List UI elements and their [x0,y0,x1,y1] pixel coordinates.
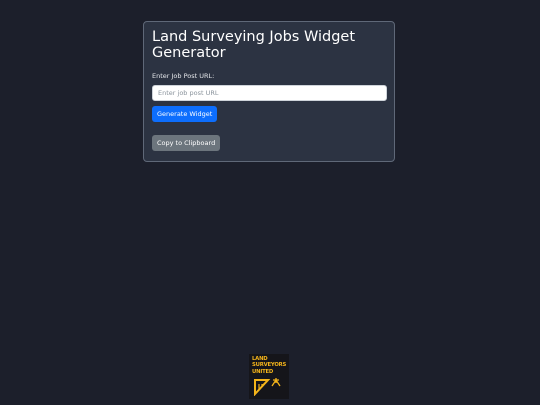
page: Land Surveying Jobs Widget Generator Ent… [0,0,540,405]
logo-line-united: UNITED [252,368,274,375]
logo-line-surveyors: SURVEYORS [252,362,287,369]
job-url-label: Enter Job Post URL: [152,72,215,80]
logo-text: LAND SURVEYORS UNITED [252,356,286,375]
job-url-input[interactable] [152,85,387,101]
page-title: Land Surveying Jobs Widget Generator [152,29,356,61]
land-surveyors-united-logo: LAND SURVEYORS UNITED [249,354,289,399]
generate-widget-button[interactable]: Generate Widget [152,106,218,122]
copy-to-clipboard-button[interactable]: Copy to Clipboard [152,135,221,151]
widget-generator-card: Land Surveying Jobs Widget Generator Ent… [143,21,395,162]
survey-tripod-icon [254,378,281,396]
